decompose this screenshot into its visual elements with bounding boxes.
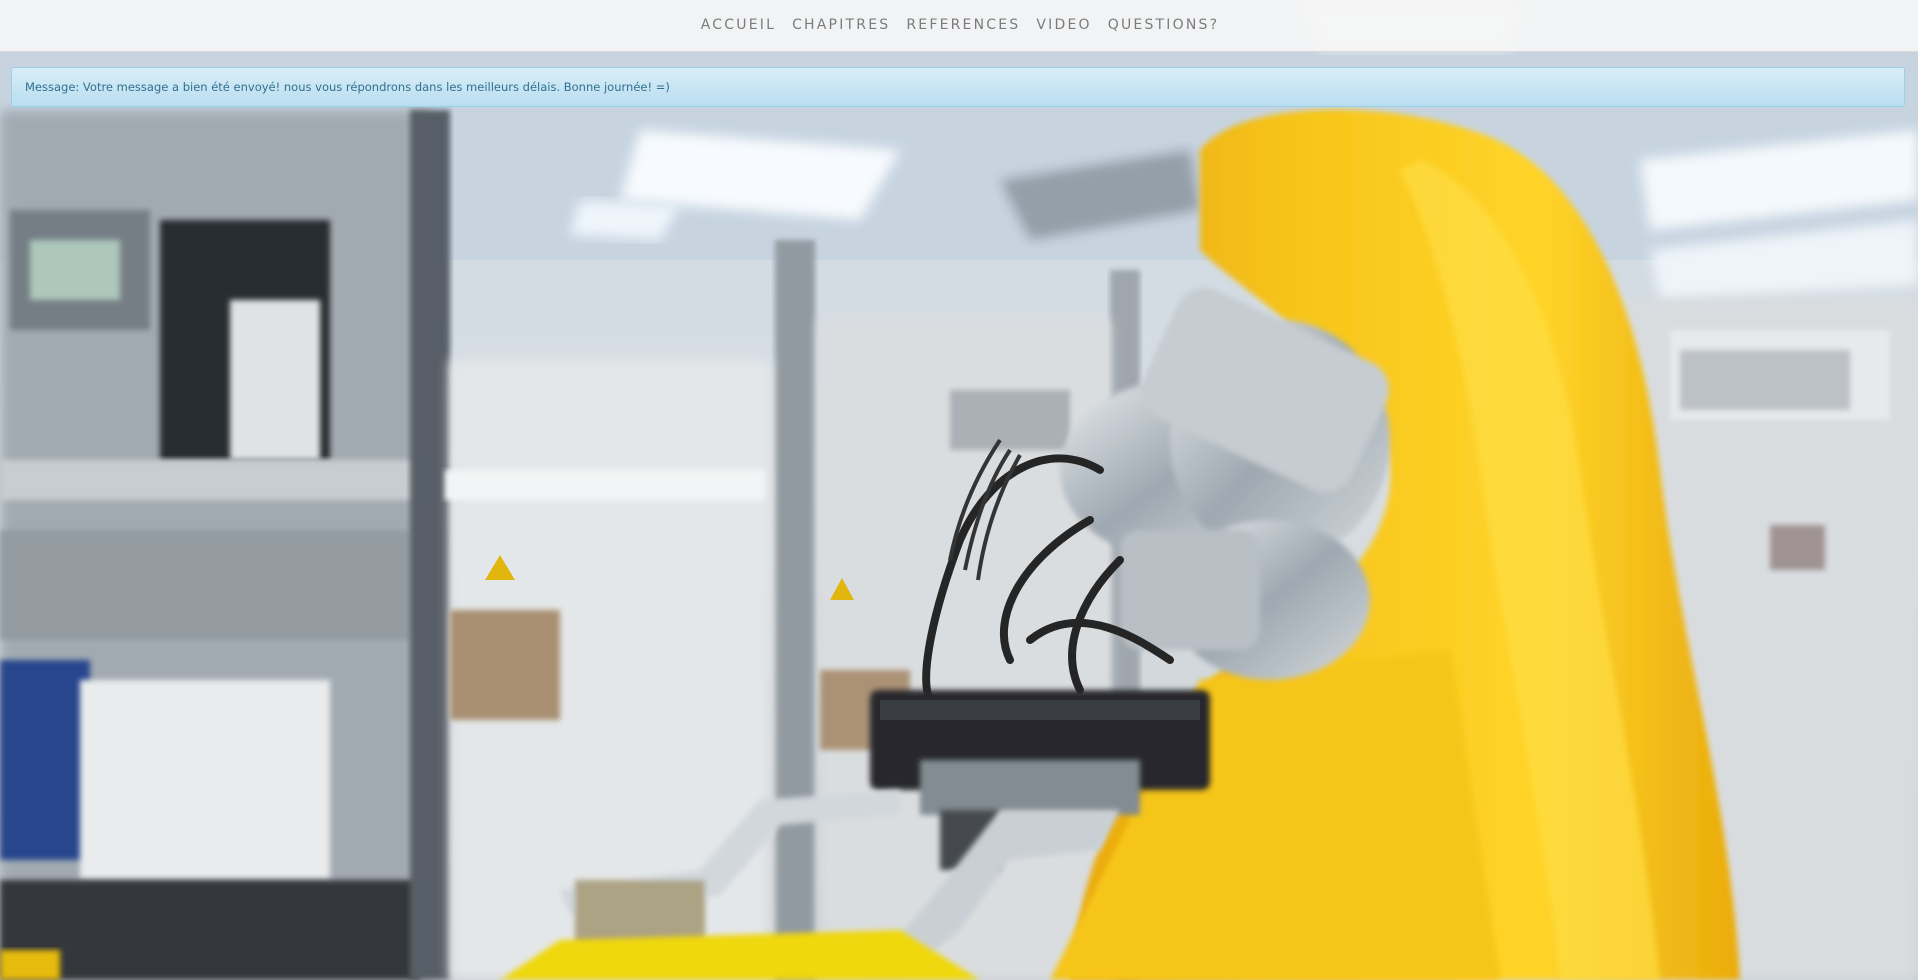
hero-background-image [0, 0, 1918, 980]
nav-item-video[interactable]: VIDEO [1028, 0, 1099, 51]
nav-item-references[interactable]: REFERENCES [898, 0, 1028, 51]
nav-item-chapitres[interactable]: CHAPITRES [784, 0, 898, 51]
alert-text: Message: Votre message a bien été envoyé… [25, 80, 670, 94]
success-message-alert: Message: Votre message a bien été envoyé… [11, 67, 1905, 107]
nav-menu: ACCUEIL CHAPITRES REFERENCES VIDEO QUEST… [693, 0, 1227, 51]
nav-item-accueil[interactable]: ACCUEIL [693, 0, 784, 51]
top-navbar: ACCUEIL CHAPITRES REFERENCES VIDEO QUEST… [0, 0, 1918, 52]
page: ACCUEIL CHAPITRES REFERENCES VIDEO QUEST… [0, 0, 1918, 980]
nav-item-questions[interactable]: QUESTIONS? [1100, 0, 1228, 51]
